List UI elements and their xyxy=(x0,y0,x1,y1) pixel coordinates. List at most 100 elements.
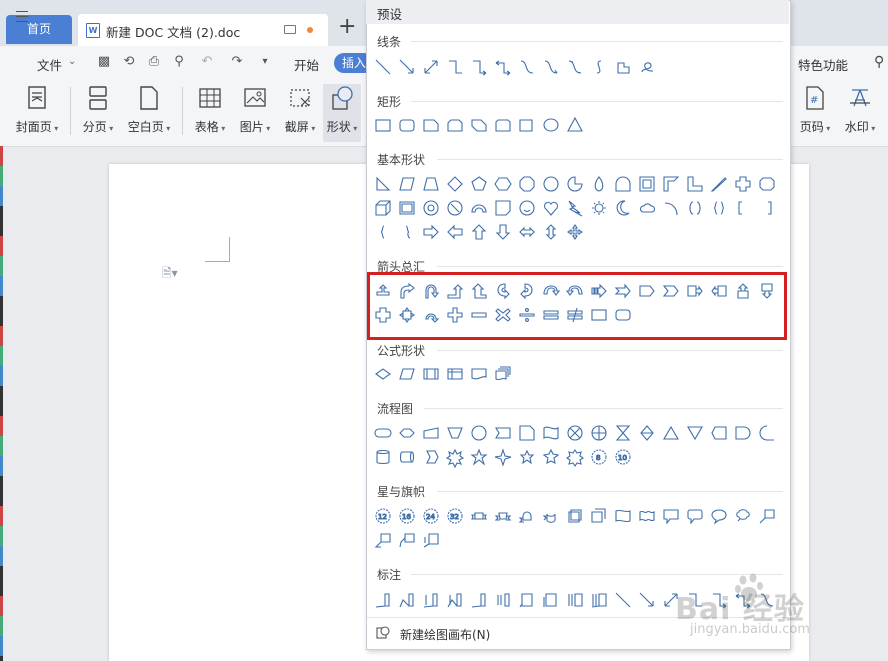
shape-option[interactable] xyxy=(588,56,610,78)
shape-option[interactable] xyxy=(372,363,394,385)
shape-option[interactable] xyxy=(492,197,514,219)
shape-option[interactable] xyxy=(684,197,706,219)
shape-option[interactable] xyxy=(492,363,514,385)
shape-option[interactable] xyxy=(756,422,778,444)
shape-option[interactable] xyxy=(492,589,514,611)
shape-option[interactable] xyxy=(372,422,394,444)
shape-option[interactable] xyxy=(684,505,706,527)
shape-option[interactable] xyxy=(732,173,754,195)
shape-option[interactable] xyxy=(588,173,610,195)
shape-option[interactable] xyxy=(468,505,490,527)
shape-option[interactable] xyxy=(372,197,394,219)
shape-option[interactable] xyxy=(420,589,442,611)
shape-option[interactable] xyxy=(492,173,514,195)
chevron-down-icon[interactable]: ⌄ xyxy=(68,56,76,67)
shape-option[interactable] xyxy=(708,197,730,219)
shape-option[interactable]: 16 xyxy=(396,505,418,527)
shape-option[interactable] xyxy=(732,422,754,444)
shape-option[interactable] xyxy=(684,173,706,195)
shape-option[interactable] xyxy=(540,446,562,468)
shape-option[interactable] xyxy=(396,529,418,551)
shape-option[interactable] xyxy=(396,56,418,78)
shape-option[interactable] xyxy=(636,173,658,195)
shape-option[interactable] xyxy=(396,589,418,611)
shape-option[interactable] xyxy=(444,446,466,469)
blank-page-button[interactable]: 空白页 xyxy=(123,86,175,135)
menu-file[interactable]: 文件 xyxy=(37,55,62,74)
shape-option[interactable] xyxy=(636,197,658,219)
shape-option[interactable] xyxy=(372,529,394,551)
shape-option[interactable] xyxy=(444,56,466,78)
shape-option[interactable] xyxy=(516,56,538,78)
shape-option[interactable] xyxy=(588,505,610,527)
shape-option[interactable] xyxy=(444,422,466,444)
menu-start[interactable]: 开始 xyxy=(294,55,319,74)
shape-option[interactable]: 12 xyxy=(372,505,394,527)
shape-option[interactable] xyxy=(636,505,658,527)
hamburger-menu-icon[interactable] xyxy=(16,11,28,22)
shape-option[interactable] xyxy=(492,221,514,243)
shape-option[interactable] xyxy=(732,505,754,527)
watermark-button[interactable]: 水印 xyxy=(838,86,882,135)
shape-option[interactable] xyxy=(588,422,610,444)
shape-option[interactable] xyxy=(540,197,562,219)
shape-option[interactable] xyxy=(564,221,586,243)
shape-option[interactable] xyxy=(612,589,634,611)
shape-option[interactable] xyxy=(492,114,514,136)
shape-option[interactable] xyxy=(636,422,658,444)
shape-option[interactable] xyxy=(756,173,778,195)
shape-option[interactable] xyxy=(612,422,634,444)
shape-option[interactable] xyxy=(396,197,418,219)
new-canvas-item[interactable]: 新建绘图画布(N) xyxy=(400,626,490,643)
shape-option[interactable] xyxy=(564,505,586,527)
shape-option[interactable] xyxy=(420,363,442,385)
shape-option[interactable] xyxy=(420,173,442,195)
screenshot-button[interactable]: 截屏 xyxy=(280,86,320,135)
shape-option[interactable] xyxy=(468,56,490,78)
monitor-icon[interactable] xyxy=(284,25,296,34)
shape-option[interactable] xyxy=(540,422,562,444)
menu-special[interactable]: 特色功能 xyxy=(798,55,848,74)
shape-option[interactable] xyxy=(396,173,418,195)
redo-icon[interactable]: ↷ xyxy=(230,55,244,69)
shape-option[interactable] xyxy=(468,589,490,611)
shape-option[interactable] xyxy=(420,422,442,444)
print-icon[interactable]: ⎙ xyxy=(147,55,161,69)
shape-option[interactable] xyxy=(396,221,418,243)
shape-option[interactable] xyxy=(612,505,634,527)
shape-option[interactable] xyxy=(588,589,610,611)
shape-option[interactable] xyxy=(660,422,682,444)
shape-option[interactable] xyxy=(660,173,682,195)
shape-option[interactable] xyxy=(396,114,418,136)
shape-option[interactable] xyxy=(420,56,442,78)
shape-option[interactable] xyxy=(468,221,490,243)
shape-button[interactable]: 形状 xyxy=(322,86,362,135)
shape-option[interactable] xyxy=(444,173,466,195)
shape-option[interactable] xyxy=(540,114,562,136)
print-preview-icon[interactable]: ⚲ xyxy=(172,55,186,69)
shape-option[interactable] xyxy=(516,589,538,611)
new-tab-button[interactable]: + xyxy=(338,16,356,38)
shape-option[interactable] xyxy=(372,221,394,243)
shape-option[interactable] xyxy=(492,505,514,527)
shape-option[interactable] xyxy=(708,173,730,195)
shape-option[interactable] xyxy=(540,221,562,243)
shape-option[interactable] xyxy=(540,173,562,195)
shape-option[interactable] xyxy=(396,422,418,444)
shape-option[interactable] xyxy=(516,446,538,468)
table-button[interactable]: 表格 xyxy=(190,86,230,135)
shape-option[interactable] xyxy=(420,197,442,219)
page-break-button[interactable]: 分页 xyxy=(78,86,118,135)
shape-option[interactable] xyxy=(540,505,562,527)
search-icon[interactable]: ⚲ xyxy=(874,54,884,70)
shape-option[interactable] xyxy=(468,446,490,468)
shape-option[interactable] xyxy=(564,422,586,444)
shape-option[interactable] xyxy=(708,505,730,527)
shape-option[interactable] xyxy=(468,363,490,385)
shape-option[interactable]: 8 xyxy=(588,446,610,468)
shape-option[interactable] xyxy=(444,114,466,136)
shape-option[interactable] xyxy=(444,589,466,611)
shape-option[interactable] xyxy=(516,173,538,195)
shape-option[interactable] xyxy=(636,56,658,78)
shape-option[interactable] xyxy=(588,197,610,219)
